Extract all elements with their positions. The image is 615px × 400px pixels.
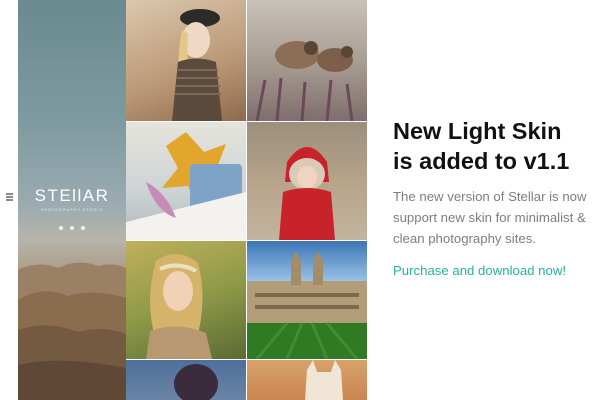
autumn-leaves-still-life-photo[interactable] [126, 122, 246, 240]
promo-section: New Light Skin is added to v1.1 The new … [393, 116, 608, 278]
cat-photo[interactable] [247, 360, 367, 400]
mountain-landscape [18, 262, 126, 400]
sidebar: STEllAR PHOTOGRAPHY STUDIO [18, 0, 126, 400]
promo-description: The new version of Stellar is now suppor… [393, 186, 608, 249]
google-icon[interactable] [81, 226, 85, 230]
woman-blue-photo[interactable] [126, 360, 246, 400]
hamburger-icon[interactable] [6, 193, 13, 201]
headline-line: New Light Skin [393, 118, 562, 144]
woman-black-beret-photo[interactable] [126, 0, 246, 121]
headline-line: is added to v1.1 [393, 148, 570, 174]
brand-logo[interactable]: STEllAR [18, 186, 126, 206]
twitter-icon[interactable] [70, 226, 74, 230]
child-red-coat-snow-photo[interactable] [247, 122, 367, 240]
purchase-link[interactable]: Purchase and download now! [393, 263, 608, 278]
description-line: The new version of Stellar is now [393, 189, 587, 204]
facebook-icon[interactable] [59, 226, 63, 230]
promo-headline: New Light Skin is added to v1.1 [393, 116, 608, 176]
college-building-lawn-photo[interactable] [247, 241, 367, 359]
brand-subtitle: PHOTOGRAPHY STUDIO [40, 207, 104, 212]
woman-flower-crown-photo[interactable] [126, 241, 246, 359]
social-links [18, 226, 126, 230]
description-line: clean photography sites. [393, 231, 536, 246]
sparrows-photo[interactable] [247, 0, 367, 121]
description-line: support new skin for minimalist & [393, 210, 586, 225]
